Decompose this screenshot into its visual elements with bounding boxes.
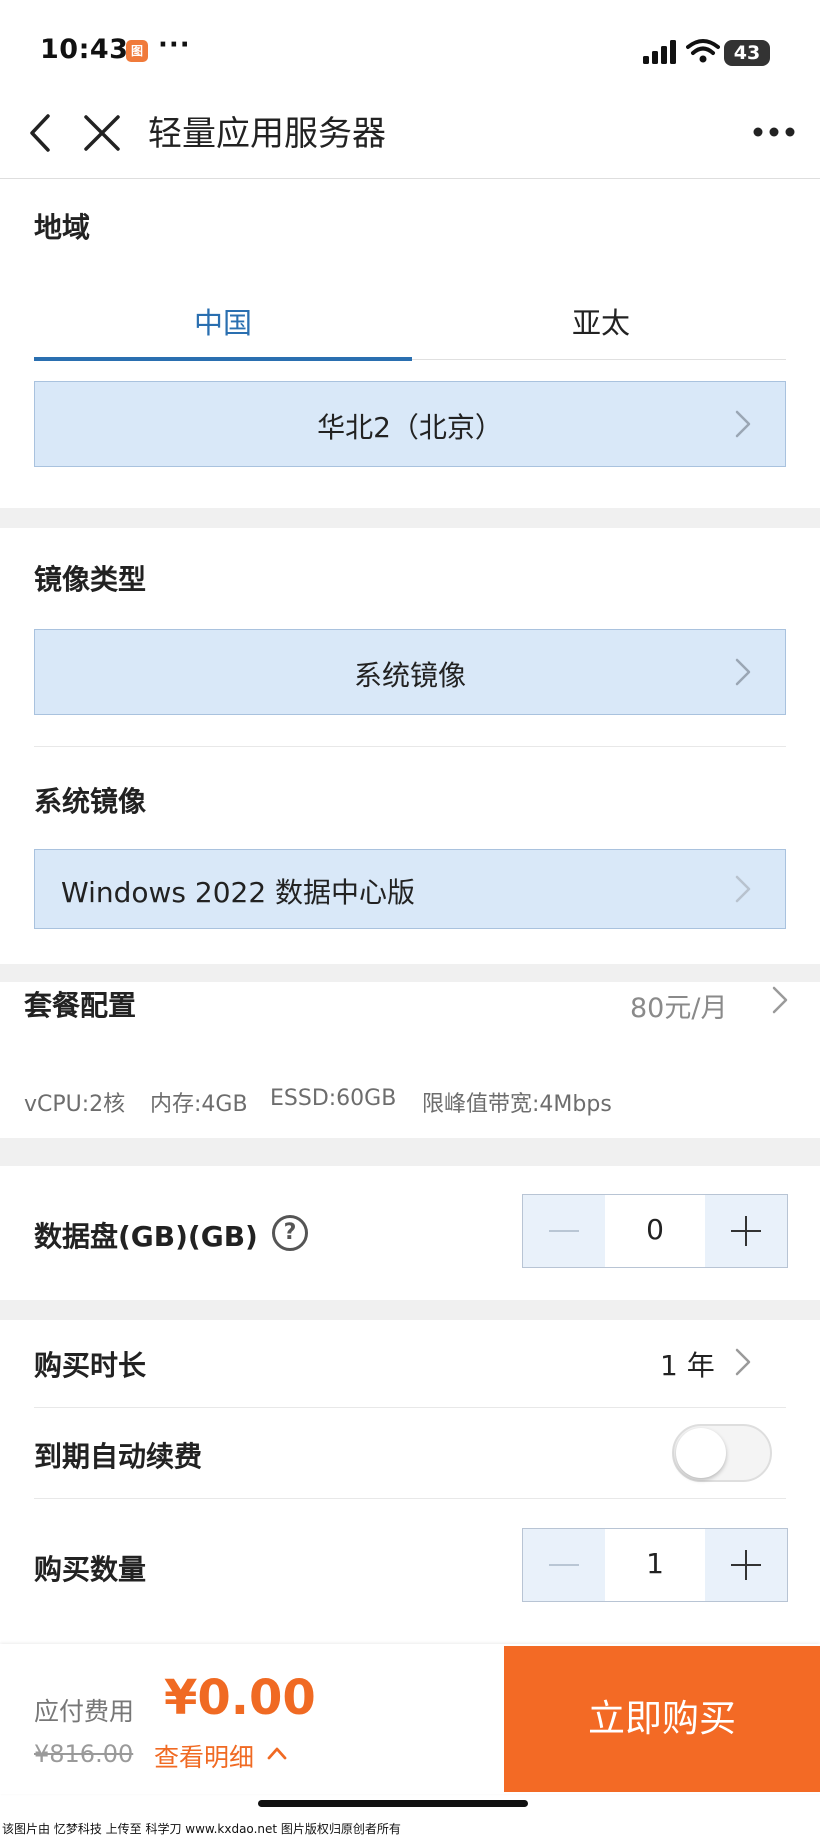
quantity-value[interactable]: 1 [605,1547,705,1580]
active-tab-indicator [34,357,412,361]
region-selector[interactable]: 华北2（北京） [34,381,786,467]
page-title: 轻量应用服务器 [148,114,386,154]
spec-bandwidth: 限峰值带宽:4Mbps [422,1092,612,1117]
back-arrow-icon[interactable] [22,110,62,156]
increment-button[interactable] [705,1195,787,1267]
data-disk-stepper[interactable]: 0 [522,1194,788,1268]
image-type-selector[interactable]: 系统镜像 [34,629,786,715]
chevron-right-icon[interactable] [733,1344,753,1380]
image-type-title: 镜像类型 [34,563,147,596]
more-options-icon[interactable] [752,112,796,152]
data-disk-label: 数据盘(GB)(GB) [34,1220,258,1253]
signal-icon [643,40,676,64]
spec-memory: 内存:4GB [150,1092,248,1117]
fee-amount: ¥0.00 [164,1670,316,1726]
nav-divider [0,178,820,179]
system-image-title: 系统镜像 [34,785,147,818]
app-notification-icon: 图 [126,40,148,62]
chevron-right-icon [735,410,751,438]
data-disk-value[interactable]: 0 [605,1213,705,1246]
original-price: ¥816.00 [34,1740,134,1768]
auto-renew-label: 到期自动续费 [34,1440,203,1473]
chevron-right-icon [735,875,751,903]
buy-now-button[interactable]: 立即购买 [504,1646,820,1792]
increment-button[interactable] [705,1529,787,1601]
home-indicator [258,1800,528,1807]
tab-asia-pacific[interactable]: 亚太 [412,300,790,342]
auto-renew-toggle[interactable] [672,1424,772,1482]
chevron-up-icon[interactable] [266,1744,288,1762]
view-details-link[interactable]: 查看明细 [154,1738,254,1774]
chevron-right-icon[interactable] [770,982,790,1018]
package-price[interactable]: 80元/月 [630,986,727,1025]
system-image-selector[interactable]: Windows 2022 数据中心版 [34,849,786,929]
tab-divider [412,359,786,360]
quantity-stepper[interactable]: 1 [522,1528,788,1602]
region-title: 地域 [34,211,91,244]
section-gap [0,1138,820,1166]
spec-cpu: vCPU:2核 [24,1092,126,1117]
toggle-knob [676,1428,726,1478]
status-time: 10:43 [40,34,129,65]
fee-label: 应付费用 [34,1697,135,1726]
region-selected-value: 华北2（北京） [317,411,503,444]
duration-label: 购买时长 [34,1349,147,1382]
divider [34,1498,786,1499]
help-icon[interactable]: ? [272,1215,308,1251]
chevron-right-icon [735,658,751,686]
spec-disk: ESSD:60GB [270,1086,397,1111]
package-title: 套餐配置 [24,989,137,1022]
battery-icon: 43 [724,40,770,66]
close-icon[interactable] [80,110,124,156]
decrement-button[interactable] [523,1529,605,1601]
system-image-selected-value: Windows 2022 数据中心版 [61,876,416,909]
duration-value[interactable]: 1 年 [660,1344,715,1384]
section-gap [0,1300,820,1320]
wifi-icon [686,39,720,63]
quantity-label: 购买数量 [34,1553,147,1586]
decrement-button[interactable] [523,1195,605,1267]
section-gap [0,508,820,528]
tab-china[interactable]: 中国 [34,300,412,342]
status-more-indicator: ··· [158,30,191,60]
watermark-text: 该图片由 忆梦科技 上传至 科学刀 www.kxdao.net 图片版权归原创者… [2,1822,401,1836]
divider [34,746,786,747]
section-gap [0,964,820,982]
divider [34,1407,786,1408]
image-type-selected-value: 系统镜像 [353,659,466,692]
